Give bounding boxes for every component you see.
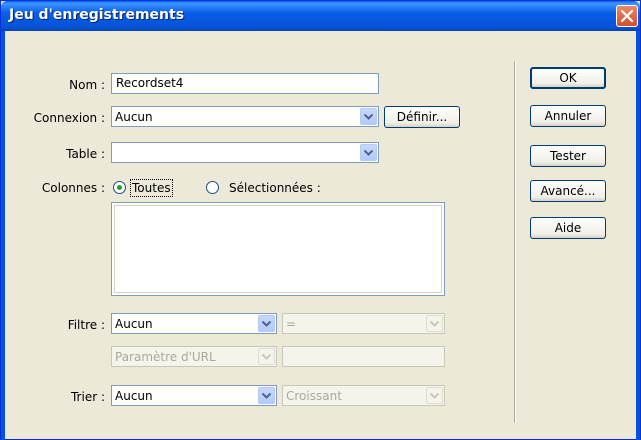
columns-selected-label[interactable]: Sélectionnées :: [229, 181, 321, 195]
name-input[interactable]: Recordset4: [111, 73, 379, 94]
filter-param-value-input: [282, 346, 445, 367]
ok-button[interactable]: OK: [530, 67, 606, 89]
sort-order-value: Croissant: [286, 389, 342, 403]
name-label: Nom :: [69, 78, 105, 92]
cancel-button[interactable]: Annuler: [530, 105, 606, 127]
table-label: Table :: [66, 147, 105, 161]
radio-dot: [117, 185, 122, 190]
connection-value: Aucun: [115, 110, 153, 124]
chevron-down-icon[interactable]: [258, 315, 275, 332]
close-button[interactable]: [616, 5, 638, 27]
test-button[interactable]: Tester: [530, 145, 606, 167]
vertical-divider: [514, 61, 516, 423]
filter-param-type-value: Paramètre d'URL: [115, 350, 216, 364]
sort-label: Trier :: [70, 390, 105, 404]
chevron-down-icon[interactable]: [360, 144, 377, 161]
filter-param-type-select: Paramètre d'URL: [111, 346, 277, 367]
filter-operator-select: =: [282, 313, 445, 334]
connection-select[interactable]: Aucun: [111, 106, 379, 127]
filter-column-value: Aucun: [115, 317, 153, 331]
columns-selected-radio[interactable]: [206, 181, 219, 194]
columns-listbox[interactable]: [111, 202, 445, 296]
chevron-down-icon: [258, 348, 275, 365]
window-frame-right: [636, 31, 640, 440]
sort-order-select: Croissant: [282, 385, 445, 406]
columns-all-label[interactable]: Toutes: [130, 179, 173, 197]
close-icon: [621, 10, 633, 22]
recordset-dialog: Jeu d'enregistrements Nom : Recordset4 C…: [0, 0, 641, 440]
define-button[interactable]: Définir...: [384, 106, 460, 128]
filter-label: Filtre :: [67, 318, 105, 332]
title-bar[interactable]: Jeu d'enregistrements: [1, 1, 640, 31]
dialog-title: Jeu d'enregistrements: [9, 7, 185, 23]
chevron-down-icon: [426, 387, 443, 404]
filter-column-select[interactable]: Aucun: [111, 313, 277, 334]
filter-operator-value: =: [286, 317, 297, 331]
columns-label: Colonnes :: [41, 181, 105, 195]
advanced-button[interactable]: Avancé...: [530, 180, 606, 202]
window-frame-left: [1, 31, 5, 440]
table-select[interactable]: [111, 142, 379, 163]
chevron-down-icon[interactable]: [360, 108, 377, 125]
help-button[interactable]: Aide: [530, 217, 606, 239]
connection-label: Connexion :: [33, 111, 105, 125]
chevron-down-icon[interactable]: [258, 387, 275, 404]
sort-column-value: Aucun: [115, 389, 153, 403]
sort-column-select[interactable]: Aucun: [111, 385, 277, 406]
columns-all-radio[interactable]: [113, 181, 126, 194]
columns-listbox-inner: [114, 205, 442, 293]
chevron-down-icon: [426, 315, 443, 332]
